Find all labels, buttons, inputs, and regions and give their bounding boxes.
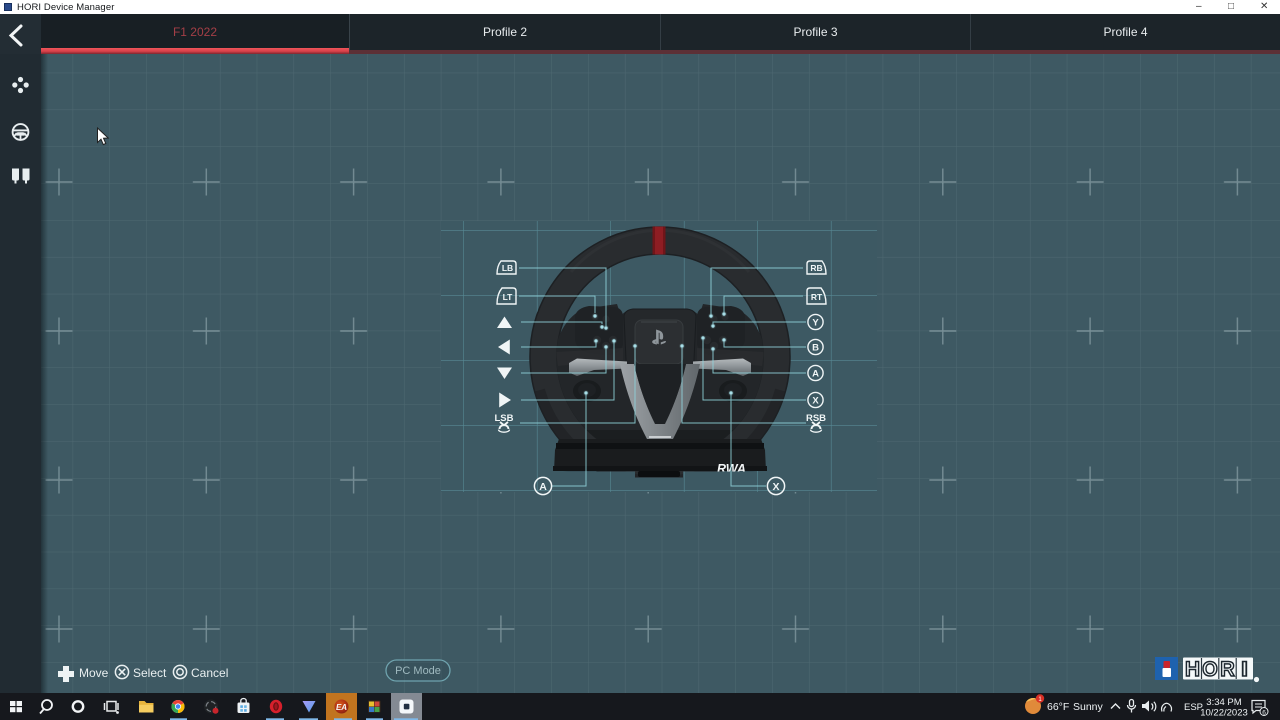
svg-text:B: B (812, 343, 819, 354)
svg-text:LSB: LSB (495, 413, 514, 424)
svg-text:O: O (1202, 658, 1218, 681)
svg-text:RSB: RSB (806, 413, 826, 424)
svg-text:PC Mode: PC Mode (395, 665, 441, 677)
svg-text:10/22/2023: 10/22/2023 (1200, 708, 1248, 719)
svg-text:RB: RB (810, 263, 822, 273)
svg-text:LB: LB (502, 263, 513, 273)
svg-text:R: R (1220, 658, 1235, 681)
svg-text:A: A (812, 369, 819, 380)
svg-text:A: A (539, 481, 547, 493)
svg-text:Select: Select (133, 666, 167, 680)
svg-text:3:34 PM: 3:34 PM (1206, 697, 1241, 708)
svg-text:I: I (1241, 658, 1248, 681)
svg-text:Cancel: Cancel (191, 666, 228, 680)
svg-text:EA: EA (336, 703, 347, 712)
svg-text:X: X (812, 396, 819, 407)
svg-text:Move: Move (79, 666, 109, 680)
svg-text:LT: LT (503, 292, 514, 302)
svg-text:H: H (1185, 658, 1200, 681)
svg-text:RT: RT (811, 292, 823, 302)
svg-text:66°F: 66°F (1047, 701, 1069, 713)
svg-text:X: X (772, 481, 779, 493)
svg-text:Y: Y (812, 318, 819, 329)
svg-text:6: 6 (1262, 709, 1266, 716)
svg-text:Sunny: Sunny (1073, 701, 1104, 713)
